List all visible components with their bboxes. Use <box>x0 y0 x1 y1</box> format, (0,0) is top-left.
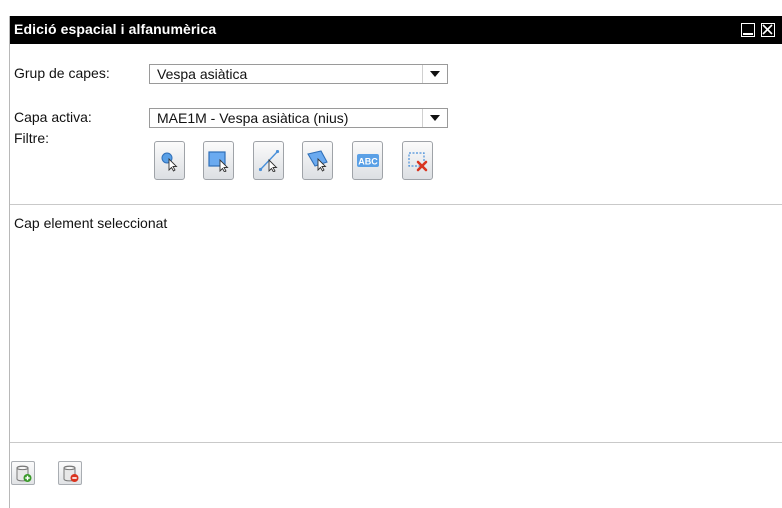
polygon-select-icon <box>307 150 328 172</box>
close-icon[interactable] <box>761 23 775 37</box>
add-record-button[interactable] <box>11 461 35 485</box>
select-rectangle-tool[interactable] <box>203 141 234 180</box>
clear-selection-icon <box>408 152 428 172</box>
select-text-tool[interactable]: ABC <box>352 141 383 180</box>
title-bar: Edició espacial i alfanumèrica <box>10 16 782 44</box>
layer-group-label: Grup de capes: <box>14 65 110 81</box>
point-select-icon <box>161 152 178 172</box>
database-remove-icon <box>63 465 79 482</box>
edit-panel: Edició espacial i alfanumèrica Grup de c… <box>9 16 782 508</box>
layer-group-value: Vespa asiàtica <box>157 66 248 82</box>
active-layer-select[interactable]: MAE1M - Vespa asiàtica (nius) <box>149 108 448 128</box>
chevron-down-icon[interactable] <box>422 65 447 83</box>
layer-group-select[interactable]: Vespa asiàtica <box>149 64 448 84</box>
database-add-icon <box>16 465 32 482</box>
active-layer-value: MAE1M - Vespa asiàtica (nius) <box>157 110 349 126</box>
chevron-down-icon[interactable] <box>422 109 447 127</box>
rectangle-select-icon <box>208 151 229 172</box>
filter-label: Filtre: <box>14 130 49 146</box>
select-polygon-tool[interactable] <box>302 141 333 180</box>
delete-record-button[interactable] <box>58 461 82 485</box>
clear-selection-tool[interactable] <box>402 141 433 180</box>
divider <box>10 442 782 443</box>
minimize-icon[interactable] <box>741 23 755 37</box>
divider <box>10 204 782 205</box>
selection-status: Cap element seleccionat <box>14 215 168 231</box>
panel-title: Edició espacial i alfanumèrica <box>14 21 217 37</box>
active-layer-label: Capa activa: <box>14 109 92 125</box>
abc-text-icon: ABC <box>357 154 379 167</box>
line-select-icon <box>258 150 280 172</box>
select-line-tool[interactable] <box>253 141 284 180</box>
select-point-tool[interactable] <box>154 141 185 180</box>
svg-text:ABC: ABC <box>358 157 378 167</box>
